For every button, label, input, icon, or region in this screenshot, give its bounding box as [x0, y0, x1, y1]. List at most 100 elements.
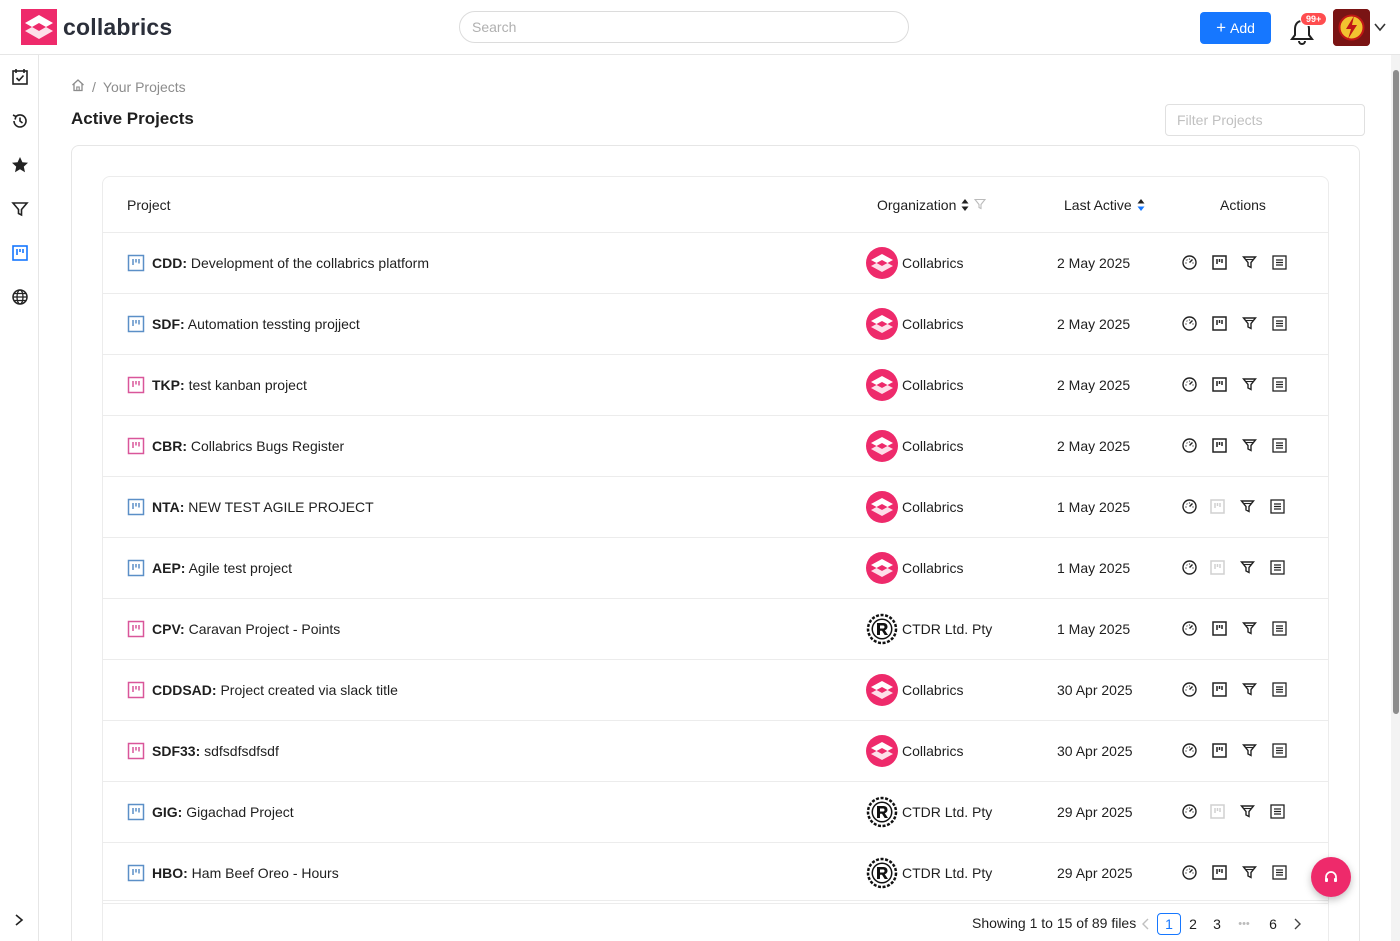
calendar-check-icon[interactable] [10, 67, 30, 87]
dashboard-icon[interactable] [1181, 498, 1198, 515]
list-icon[interactable] [1271, 437, 1288, 454]
page-1[interactable]: 1 [1157, 913, 1181, 935]
filter-icon[interactable] [1239, 803, 1256, 820]
chevron-down-icon[interactable] [1373, 20, 1387, 34]
chevron-right-icon[interactable] [11, 912, 27, 928]
breadcrumb-current[interactable]: Your Projects [103, 79, 186, 95]
table-row[interactable]: HBO: Ham Beef Oreo - Hours CTDR Ltd. Pty 2… [103, 843, 1328, 904]
dashboard-icon[interactable] [1181, 559, 1198, 576]
project-name-link[interactable]: CBR: Collabrics Bugs Register [152, 438, 344, 454]
board-icon[interactable] [1211, 681, 1228, 698]
project-title: Gigachad Project [186, 804, 294, 820]
project-name-link[interactable]: GIG: Gigachad Project [152, 804, 294, 820]
list-icon[interactable] [1271, 376, 1288, 393]
dashboard-icon[interactable] [1181, 620, 1198, 637]
project-name-link[interactable]: CDD: Development of the collabrics platf… [152, 255, 429, 271]
sort-icon[interactable] [1137, 198, 1145, 212]
table-row[interactable]: AEP: Agile test project Collabrics 1 May 2… [103, 538, 1328, 599]
history-icon[interactable] [10, 111, 30, 131]
filter-icon[interactable] [1241, 742, 1258, 759]
board-icon[interactable] [1211, 620, 1228, 637]
organization-cell: CTDR Ltd. Pty [866, 843, 992, 903]
search-input[interactable] [459, 11, 909, 43]
column-filter-icon[interactable] [974, 197, 987, 213]
filter-icon[interactable] [1241, 376, 1258, 393]
project-name-link[interactable]: HBO: Ham Beef Oreo - Hours [152, 865, 339, 881]
table-row[interactable]: SDF33: sdfsdfsdfsdf Collabrics 30 Apr 2025 [103, 721, 1328, 782]
board-icon[interactable] [1211, 254, 1228, 271]
dashboard-icon[interactable] [1181, 803, 1198, 820]
board-icon[interactable] [1211, 742, 1228, 759]
board-icon[interactable] [1211, 315, 1228, 332]
list-icon[interactable] [1271, 864, 1288, 881]
list-icon[interactable] [1271, 315, 1288, 332]
list-icon[interactable] [1271, 742, 1288, 759]
project-name-link[interactable]: CDDSAD: Project created via slack title [152, 682, 398, 698]
dashboard-icon[interactable] [1181, 254, 1198, 271]
project-name-link[interactable]: SDF33: sdfsdfsdfsdf [152, 743, 279, 759]
dashboard-icon[interactable] [1181, 681, 1198, 698]
last-active-date: 1 May 2025 [1057, 621, 1131, 637]
board-icon[interactable] [1211, 376, 1228, 393]
app-logo[interactable]: collabrics [21, 9, 172, 45]
user-avatar[interactable] [1333, 9, 1370, 46]
project-name-link[interactable]: AEP: Agile test project [152, 560, 292, 576]
project-name-link[interactable]: TKP: test kanban project [152, 377, 307, 393]
project-code: CPV: [152, 621, 185, 637]
list-icon[interactable] [1271, 681, 1288, 698]
filter-icon[interactable] [1241, 254, 1258, 271]
next-page-icon[interactable] [1286, 913, 1308, 935]
scrollbar-thumb[interactable] [1393, 70, 1399, 714]
top-header: collabrics + Add 99+ [0, 0, 1400, 55]
dashboard-icon[interactable] [1181, 437, 1198, 454]
support-button[interactable] [1311, 857, 1351, 897]
table-row[interactable]: SDF: Automation tessting projject Collabr… [103, 294, 1328, 355]
project-name-link[interactable]: SDF: Automation tessting projject [152, 316, 360, 332]
prev-page-icon[interactable] [1135, 913, 1157, 935]
dashboard-icon[interactable] [1181, 315, 1198, 332]
dashboard-icon[interactable] [1181, 864, 1198, 881]
page-3[interactable]: 3 [1206, 913, 1228, 935]
project-cell: GIG: Gigachad Project [127, 782, 294, 842]
project-name-link[interactable]: NTA: NEW TEST AGILE PROJECT [152, 499, 374, 515]
globe-icon[interactable] [10, 287, 30, 307]
add-button[interactable]: + Add [1200, 12, 1271, 44]
table-row[interactable]: NTA: NEW TEST AGILE PROJECT Collabrics 1 M… [103, 477, 1328, 538]
board-icon[interactable] [1211, 437, 1228, 454]
filter-icon[interactable] [10, 199, 30, 219]
list-icon[interactable] [1271, 620, 1288, 637]
table-row[interactable]: CBR: Collabrics Bugs Register Collabrics 2… [103, 416, 1328, 477]
dashboard-icon[interactable] [1181, 376, 1198, 393]
filter-icon[interactable] [1241, 681, 1258, 698]
organization-name: Collabrics [902, 682, 964, 698]
filter-icon[interactable] [1241, 864, 1258, 881]
dashboard-icon[interactable] [1181, 742, 1198, 759]
list-icon[interactable] [1269, 559, 1286, 576]
page-6[interactable]: 6 [1262, 913, 1284, 935]
project-cell: TKP: test kanban project [127, 355, 307, 415]
sort-icon[interactable] [961, 198, 969, 212]
table-row[interactable]: GIG: Gigachad Project CTDR Ltd. Pty 29 Apr… [103, 782, 1328, 843]
filter-icon[interactable] [1239, 559, 1256, 576]
table-row[interactable]: TKP: test kanban project Collabrics 2 May … [103, 355, 1328, 416]
list-icon[interactable] [1269, 803, 1286, 820]
list-icon[interactable] [1269, 498, 1286, 515]
home-icon[interactable] [71, 78, 85, 95]
organization-logo-icon [866, 857, 898, 889]
filter-icon[interactable] [1241, 315, 1258, 332]
list-icon[interactable] [1271, 254, 1288, 271]
filter-icon[interactable] [1241, 620, 1258, 637]
pagination-ellipsis[interactable]: ••• [1233, 913, 1255, 935]
project-name-link[interactable]: CPV: Caravan Project - Points [152, 621, 340, 637]
board-icon[interactable] [1211, 864, 1228, 881]
filter-icon[interactable] [1241, 437, 1258, 454]
table-row[interactable]: CDD: Development of the collabrics platf… [103, 233, 1328, 294]
table-row[interactable]: CDDSAD: Project created via slack title C… [103, 660, 1328, 721]
star-icon[interactable] [10, 155, 30, 175]
board-icon[interactable] [10, 243, 30, 263]
page-2[interactable]: 2 [1182, 913, 1204, 935]
filter-icon[interactable] [1239, 498, 1256, 515]
organization-logo-icon [866, 308, 898, 340]
filter-projects-input[interactable] [1165, 104, 1365, 136]
table-row[interactable]: CPV: Caravan Project - Points CTDR Ltd. P… [103, 599, 1328, 660]
